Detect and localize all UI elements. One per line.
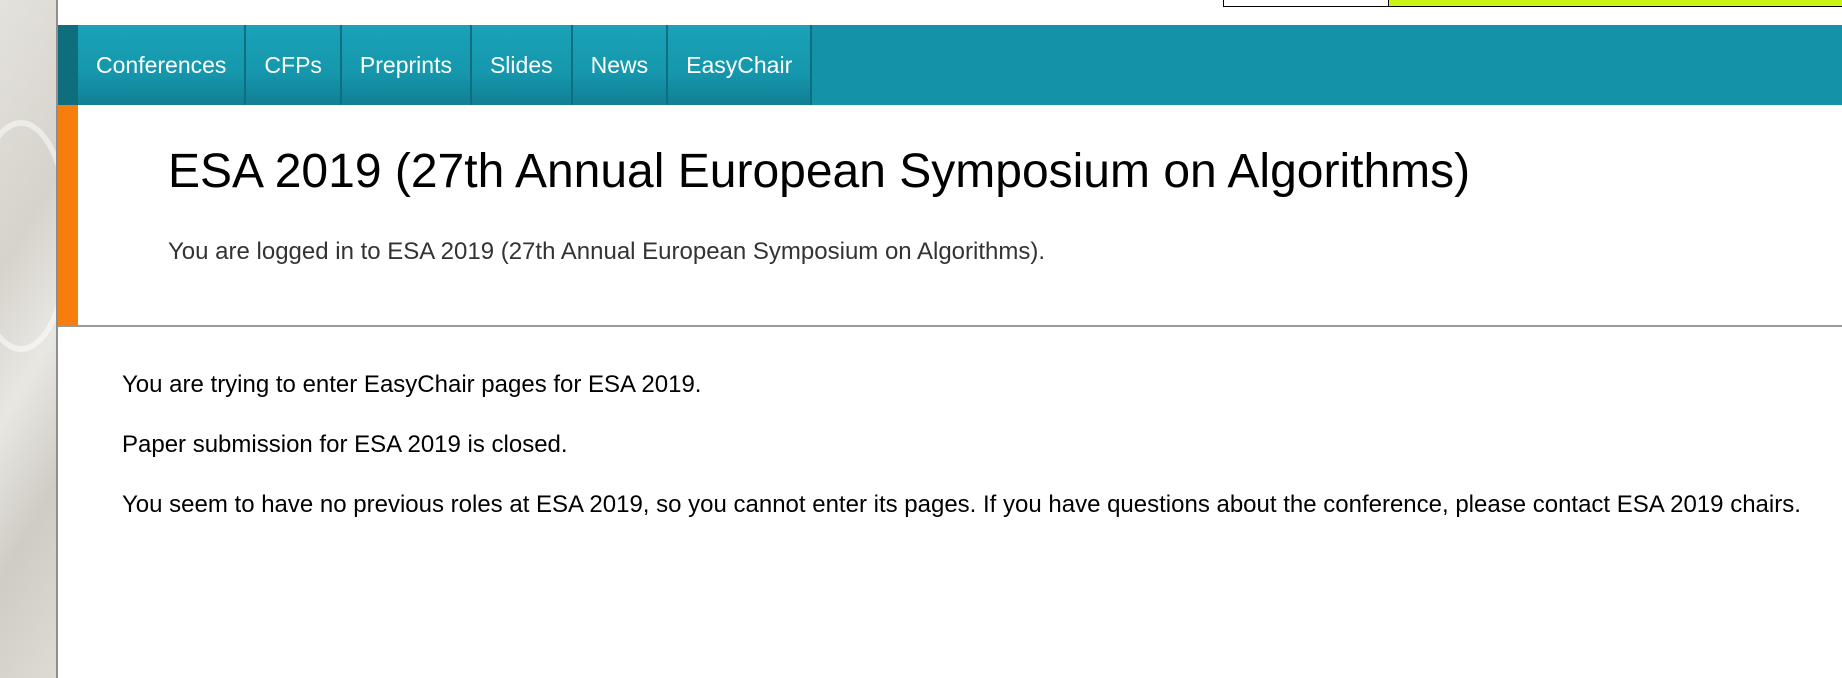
navbar-accent bbox=[58, 25, 78, 105]
left-decorative-background bbox=[0, 0, 72, 678]
message-entering-pages: You are trying to enter EasyChair pages … bbox=[122, 371, 702, 398]
login-status-text: You are logged in to ESA 2019 (27th Annu… bbox=[168, 238, 1046, 265]
nav-item-preprints[interactable]: Preprints bbox=[341, 25, 472, 105]
page-title: ESA 2019 (27th Annual European Symposium… bbox=[168, 145, 1471, 198]
message-submission-closed: Paper submission for ESA 2019 is closed. bbox=[122, 431, 568, 458]
nav-menu: Conferences CFPs Preprints Slides News E… bbox=[78, 25, 813, 105]
page-header-panel bbox=[58, 105, 1842, 327]
nav-item-slides[interactable]: Slides bbox=[471, 25, 573, 105]
message-no-roles: You seem to have no previous roles at ES… bbox=[122, 491, 1801, 518]
top-box-lime bbox=[1388, 0, 1842, 7]
nav-item-conferences[interactable]: Conferences bbox=[78, 25, 247, 105]
main-content: You are trying to enter EasyChair pages … bbox=[122, 367, 1802, 547]
nav-item-easychair[interactable]: EasyChair bbox=[668, 25, 813, 105]
nav-item-cfps[interactable]: CFPs bbox=[246, 25, 342, 105]
header-accent-bar bbox=[58, 105, 78, 326]
nav-item-news[interactable]: News bbox=[572, 25, 669, 105]
top-box-white bbox=[1223, 0, 1389, 7]
